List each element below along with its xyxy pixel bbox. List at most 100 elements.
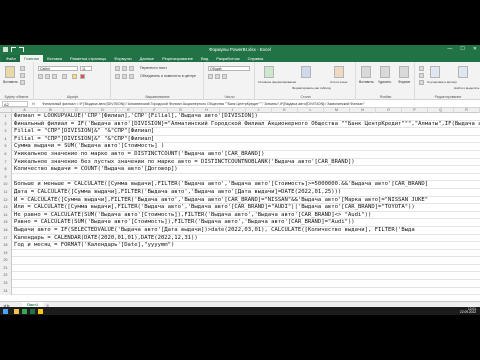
merge-center-button[interactable]: Объединить и поместить в центре [140,74,196,78]
font-family-select[interactable]: Calibri [38,66,78,71]
row-number[interactable]: 21 [0,264,12,273]
cell-a[interactable]: Уникальное значение по марке авто = DIST… [14,151,480,159]
cell-a[interactable]: Выдачи авто = IF(SELECTEDVALUE('Выдача а… [14,227,480,235]
comma-style-icon[interactable] [222,74,227,79]
cell-a[interactable]: Количество выдачи = COUNT('Выдача авто'[… [14,166,480,174]
insert-function-button[interactable]: fx [32,101,35,106]
align-bottom-icon[interactable] [129,66,134,71]
row-number[interactable]: 13 [0,204,12,212]
tab-developer[interactable]: Разработчик [212,55,243,62]
paste-icon[interactable] [5,66,15,78]
formula-input[interactable]: Финальный филиал = IF('Выдача авто'[DIVI… [42,102,478,106]
align-left-icon[interactable] [115,74,120,79]
fill-icon[interactable] [419,73,424,78]
format-painter-icon[interactable] [20,80,25,85]
maximize-button[interactable]: ☐ [460,46,464,52]
cell-a[interactable] [14,265,480,273]
copy-icon[interactable] [20,73,25,78]
row-number[interactable]: 7 [0,158,12,167]
row-number[interactable]: 9 [0,173,12,182]
delete-cells-icon[interactable] [380,66,390,78]
cut-icon[interactable] [20,66,25,71]
row-number[interactable]: 22 [0,272,12,281]
clear-icon[interactable] [419,80,424,85]
currency-icon[interactable] [208,74,213,79]
cell-a[interactable]: Финальный филиал = IF('Выдача авто'[DIVI… [14,121,480,129]
tab-home[interactable]: Главная [19,55,44,62]
insert-cells-icon[interactable] [361,66,371,78]
underline-icon[interactable] [52,74,57,79]
cell-a[interactable]: Или = CALCULATE([Сумма выдачи],FILTER('В… [14,204,480,212]
cell-styles-icon[interactable] [334,66,344,78]
row-number[interactable]: 11 [0,188,12,197]
conditional-formatting-icon[interactable] [264,66,274,78]
find-select-icon[interactable] [458,66,468,78]
align-right-icon[interactable] [129,74,134,79]
chrome-icon[interactable] [22,308,27,314]
tab-formulas[interactable]: Формулы [110,55,135,62]
tab-review[interactable]: Рецензирование [158,55,197,62]
cell-a[interactable] [14,288,480,296]
cell-a[interactable]: И = CALCULATE([Сумма выдачи],FILTER('Выд… [14,197,480,205]
row-number[interactable]: 2 [0,120,12,129]
excel-taskbar-icon[interactable] [30,308,35,314]
row-number[interactable]: 23 [0,280,12,288]
row-number[interactable]: 12 [0,196,12,205]
row-number[interactable]: 19 [0,249,12,258]
row-number[interactable]: 17 [0,234,12,243]
row-number[interactable]: 16 [0,226,12,235]
cell-a[interactable] [14,280,480,288]
tab-data[interactable]: Данные [136,55,158,62]
file-explorer-icon[interactable] [14,308,19,314]
cell-a[interactable]: Дата = CALCULATE([Сумма выдачи],FILTER('… [14,189,480,197]
tab-file[interactable]: Файл [2,55,20,62]
cell-a[interactable]: Filial = "СПР"[DIVISION]&" "&"СПР"[Филиа… [14,128,480,136]
name-box[interactable]: A2 [2,101,28,107]
row-number[interactable]: 1 [0,113,12,121]
cell-a[interactable] [14,250,480,258]
row-number[interactable]: 14 [0,211,12,220]
number-format-select[interactable]: Общий [208,66,250,71]
windows-start-icon[interactable] [3,308,8,314]
bold-icon[interactable] [38,74,43,79]
row-number[interactable]: 5 [0,143,12,151]
minimize-button[interactable]: — [447,46,452,52]
wrap-text-button[interactable]: Перенести текст [140,66,167,70]
cell-a[interactable]: Больше и меньше = CALCULATE([Сумма выдач… [14,181,480,189]
cell-a[interactable]: Год и месяц = FORMAT('Календарь'[Date],"… [14,242,480,250]
cell-a[interactable] [14,257,480,265]
row-number[interactable]: 6 [0,150,12,159]
cell-a[interactable]: Filial = "СПР"[DIVISION]&" "&"СПР"[Филиа… [14,136,480,144]
worksheet-grid[interactable]: ABCDEFGHIJKLMNOPQR 1 Филиал = LOOKUPVALUE… [0,108,480,301]
font-color-icon[interactable] [80,74,85,79]
row-number[interactable]: 24 [0,287,12,296]
row-number[interactable]: 8 [0,166,12,174]
border-icon[interactable] [62,74,67,79]
tab-insert[interactable]: Вставка [43,55,66,62]
row-number[interactable]: 4 [0,135,12,144]
percent-icon[interactable] [215,74,220,79]
row-number[interactable]: 18 [0,242,12,250]
cell-a[interactable]: Уникальное значение без пустых значении … [14,159,480,167]
cell-a[interactable] [14,174,480,182]
autosum-icon[interactable] [419,66,424,71]
format-cells-icon[interactable] [399,66,409,78]
sort-filter-icon[interactable] [430,66,440,78]
tab-view[interactable]: Вид [197,55,212,62]
cell-a[interactable]: Календарь = CALENDAR(DATE(2020,01,01),DA… [14,235,480,243]
cell-a[interactable]: Филиал = LOOKUPVALUE('СПР'[Филиал],'СПР'… [14,113,480,121]
close-button[interactable]: ✕ [473,46,477,52]
align-top-icon[interactable] [115,66,120,71]
font-size-select[interactable]: 11 [80,66,92,71]
italic-icon[interactable] [45,74,50,79]
powerbi-taskbar-icon[interactable] [38,308,43,314]
cell-a[interactable]: Сумма выдачи = SUM('Выдача авто'[Стоимос… [14,143,480,151]
tab-page-layout[interactable]: Разметка страницы [66,55,110,62]
cell-a[interactable]: Равно = CALCULATE(SUM('Выдача авто'[Стои… [14,219,480,227]
fill-color-icon[interactable] [72,74,77,79]
tab-help[interactable]: Справка [244,55,268,62]
align-middle-icon[interactable] [122,66,127,71]
row-number[interactable]: 15 [0,219,12,227]
format-as-table-icon[interactable] [301,66,311,78]
system-clock[interactable]: 12:01 22.09.2022 [460,307,476,315]
